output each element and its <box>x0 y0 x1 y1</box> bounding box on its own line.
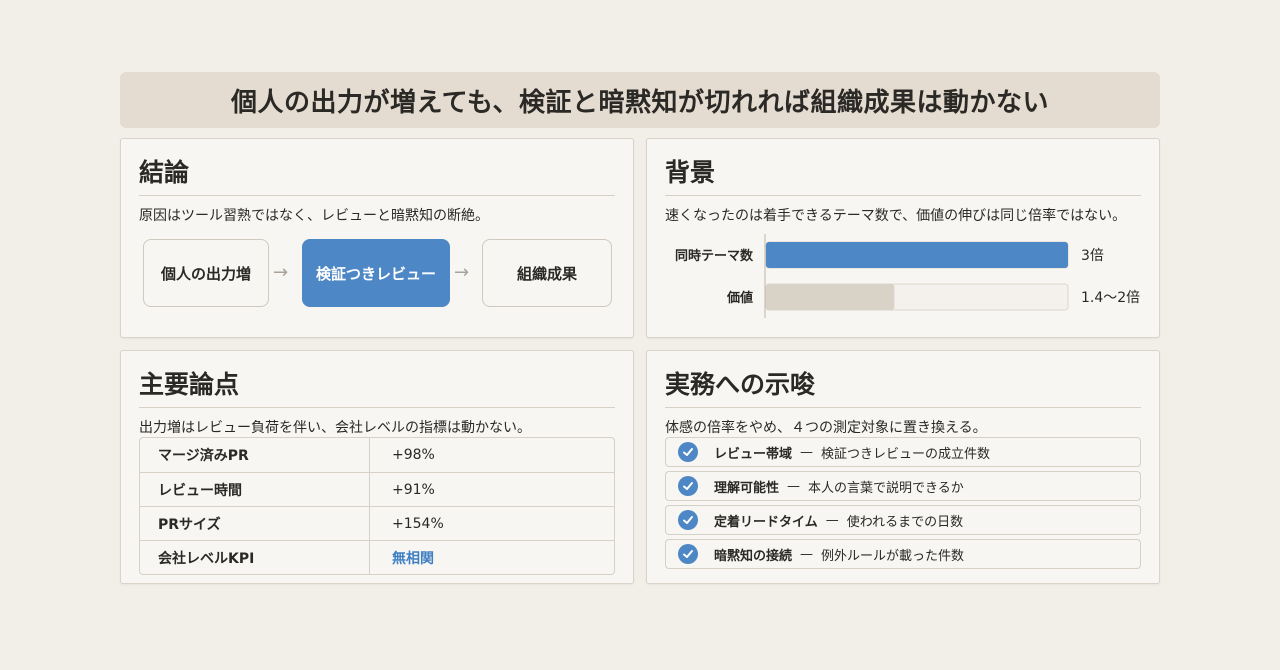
item-term: 暗黙知の接続 <box>714 548 793 564</box>
item-separator: — <box>800 444 814 460</box>
arrow-right-icon: → <box>273 262 289 283</box>
item-description: 検証つきレビューの成立件数 <box>821 446 991 462</box>
implications-subtitle: 体感の倍率をやめ、４つの測定対象に置き換える。 <box>665 420 987 436</box>
metric-label: レビュー時間 <box>140 473 370 506</box>
conclusion-heading: 結論 <box>139 153 615 196</box>
metric-label: 会社レベルKPI <box>140 541 370 574</box>
item-term: 定着リードタイム <box>714 514 818 530</box>
item-separator: — <box>800 546 814 562</box>
check-circle-icon <box>678 544 698 564</box>
item-separator: — <box>787 478 801 494</box>
list-item: レビュー帯域 — 検証つきレビューの成立件数 <box>665 437 1141 467</box>
implications-card: 実務への示唆 体感の倍率をやめ、４つの測定対象に置き換える。 レビュー帯域 — … <box>646 350 1160 584</box>
key-points-subtitle: 出力増はレビュー負荷を伴い、会社レベルの指標は動かない。 <box>139 420 531 436</box>
metric-value: +154% <box>392 515 444 532</box>
flow-step-review: 検証つきレビュー <box>302 239 450 307</box>
bar <box>766 284 895 310</box>
list-item: 暗黙知の接続 — 例外ルールが載った件数 <box>665 539 1141 569</box>
check-circle-icon <box>678 442 698 462</box>
metric-label: PRサイズ <box>140 507 370 540</box>
metric-label: マージ済みPR <box>140 438 370 472</box>
item-term: レビュー帯域 <box>714 446 793 462</box>
table-row: マージ済みPR +98% <box>140 438 614 472</box>
title-banner: 個人の出力が増えても、検証と暗黙知が切れれば組織成果は動かない <box>120 72 1160 128</box>
table-row: PRサイズ +154% <box>140 506 614 540</box>
item-term: 理解可能性 <box>714 480 780 496</box>
item-description: 使われるまでの日数 <box>846 514 964 530</box>
item-description: 例外ルールが載った件数 <box>821 548 965 564</box>
check-circle-icon <box>678 510 698 530</box>
bar-chart: 同時テーマ数 3倍価値 1.4〜2倍 <box>675 234 1140 318</box>
conclusion-card: 結論 原因はツール習熟ではなく、レビューと暗黙知の断絶。 個人の出力増 → 検証… <box>120 138 634 338</box>
key-points-heading: 主要論点 <box>139 365 615 408</box>
metric-value: +98% <box>392 447 435 463</box>
bar-category-label: 同時テーマ数 <box>675 248 754 264</box>
flow-step-output: 個人の出力増 <box>143 239 269 307</box>
background-card: 背景 速くなったのは着手できるテーマ数で、価値の伸びは同じ倍率ではない。 同時テ… <box>646 138 1160 338</box>
conclusion-subtitle: 原因はツール習熟ではなく、レビューと暗黙知の断絶。 <box>139 208 489 224</box>
check-circle-icon <box>678 476 698 496</box>
flow-step-outcome: 組織成果 <box>482 239 612 307</box>
bar-value-label: 3倍 <box>1081 248 1104 264</box>
table-row: 会社レベルKPI 無相関 <box>140 540 614 574</box>
arrow-right-icon: → <box>454 262 470 283</box>
metric-value-highlight: 無相関 <box>392 550 434 567</box>
table-row: レビュー時間 +91% <box>140 472 614 506</box>
bar-category-label: 価値 <box>726 290 753 306</box>
metrics-table: マージ済みPR +98% レビュー時間 +91% PRサイズ +154% 会社レ… <box>139 437 615 575</box>
page-title: 個人の出力が増えても、検証と暗黙知が切れれば組織成果は動かない <box>230 87 1050 118</box>
measurement-list: レビュー帯域 — 検証つきレビューの成立件数 理解可能性 — 本人の言葉で説明で… <box>665 437 1141 573</box>
bar <box>766 242 1068 268</box>
list-item: 理解可能性 — 本人の言葉で説明できるか <box>665 471 1141 501</box>
bar-value-label: 1.4〜2倍 <box>1081 290 1140 306</box>
item-separator: — <box>825 512 839 528</box>
item-description: 本人の言葉で説明できるか <box>808 480 964 496</box>
list-item: 定着リードタイム — 使われるまでの日数 <box>665 505 1141 535</box>
metric-value: +91% <box>392 481 435 498</box>
implications-heading: 実務への示唆 <box>665 365 1141 408</box>
key-points-card: 主要論点 出力増はレビュー負荷を伴い、会社レベルの指標は動かない。 マージ済みP… <box>120 350 634 584</box>
